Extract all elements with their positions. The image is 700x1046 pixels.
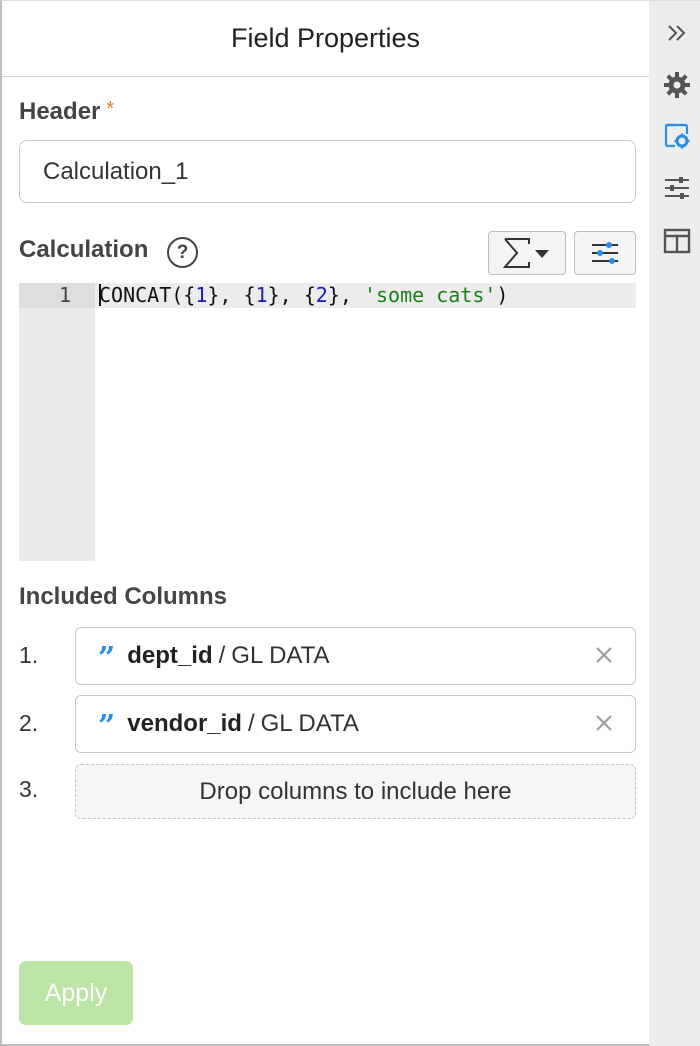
editor-gutter — [19, 283, 95, 561]
calculation-editor[interactable]: 1 CONCAT({1}, {1}, {2}, 'some cats') — [19, 283, 636, 561]
included-columns-label: Included Columns — [19, 583, 227, 611]
header-input-value: Calculation_1 — [43, 158, 188, 186]
column-index: 1. — [19, 642, 38, 669]
insert-function-button[interactable] — [488, 231, 566, 275]
drop-zone-placeholder: Drop columns to include here — [199, 778, 511, 806]
code-punct: }, — [328, 283, 364, 307]
field-properties-panel: Field Properties Header * Calculation_1 C… — [0, 0, 649, 1046]
remove-column-icon[interactable] — [591, 642, 617, 668]
required-mark: * — [106, 98, 114, 120]
text-type-icon: ” — [98, 644, 115, 674]
help-glyph: ? — [177, 242, 189, 264]
header-label-text: Header — [19, 98, 100, 125]
code-number: 1 — [256, 283, 268, 307]
right-rail — [649, 0, 700, 1046]
panel-title: Field Properties — [231, 23, 420, 54]
column-source: GL DATA — [261, 710, 359, 738]
remove-column-icon[interactable] — [591, 710, 617, 736]
line-number: 1 — [19, 283, 95, 308]
calculation-label: Calculation — [19, 236, 148, 264]
column-index: 3. — [19, 776, 38, 803]
code-number: 2 — [316, 283, 328, 307]
sigma-dropdown-icon — [499, 236, 555, 270]
help-icon[interactable]: ? — [167, 237, 198, 268]
column-index: 2. — [19, 710, 38, 737]
column-source: GL DATA — [231, 642, 329, 670]
text-type-icon: ” — [98, 712, 115, 742]
field-settings-icon[interactable] — [662, 121, 692, 151]
header-label: Header * — [19, 98, 114, 126]
layout-icon[interactable] — [662, 226, 692, 256]
sliders-icon — [590, 241, 620, 265]
header-input[interactable]: Calculation_1 — [19, 140, 636, 203]
included-column-chip[interactable]: ” dept_id / GL DATA — [75, 627, 636, 685]
gear-icon[interactable] — [662, 70, 692, 100]
included-column-chip[interactable]: ” vendor_id / GL DATA — [75, 695, 636, 753]
code-punct: }, { — [207, 283, 255, 307]
code-punct: }, { — [268, 283, 316, 307]
column-name: vendor_id — [127, 710, 242, 738]
code-number: 1 — [195, 283, 207, 307]
code-punct: ) — [496, 283, 508, 307]
column-drop-zone[interactable]: Drop columns to include here — [75, 764, 636, 819]
column-separator: / — [219, 642, 226, 670]
filters-icon[interactable] — [662, 173, 692, 203]
code-function: CONCAT( — [99, 283, 183, 307]
code-brace: { — [183, 283, 195, 307]
apply-button[interactable]: Apply — [19, 961, 133, 1025]
column-name: dept_id — [127, 642, 212, 670]
column-separator: / — [248, 710, 255, 738]
calculation-options-button[interactable] — [574, 231, 636, 275]
code-line[interactable]: CONCAT({1}, {1}, {2}, 'some cats') — [99, 283, 508, 308]
collapse-icon[interactable] — [662, 18, 692, 48]
panel-header: Field Properties — [2, 1, 649, 77]
code-string: 'some cats' — [364, 283, 496, 307]
